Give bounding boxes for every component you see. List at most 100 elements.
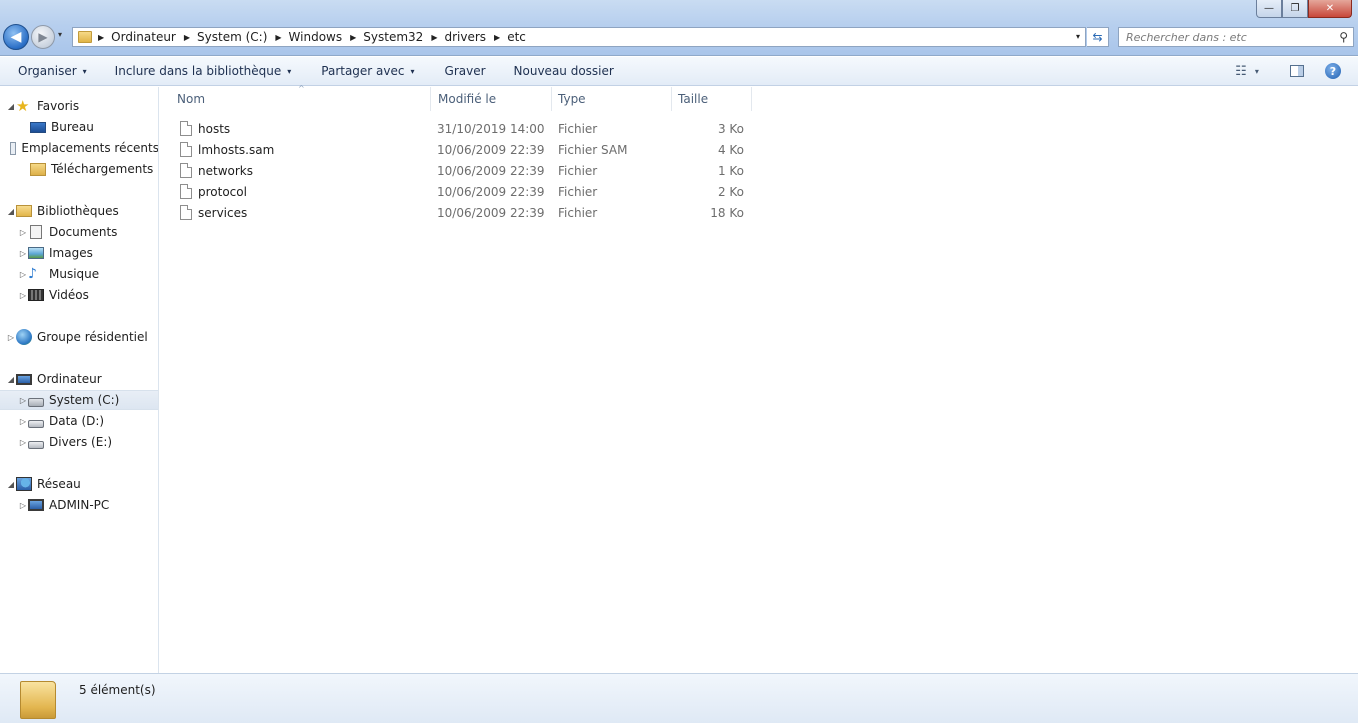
file-name: networks xyxy=(198,163,253,178)
search-box[interactable]: ⚲ xyxy=(1118,27,1354,47)
breadcrumb-separator[interactable]: ▶ xyxy=(275,33,281,42)
file-row[interactable]: lmhosts.sam 10/06/2009 22:39 Fichier SAM… xyxy=(160,139,760,160)
collapsed-icon[interactable]: ▷ xyxy=(18,501,28,510)
file-type: Fichier xyxy=(558,205,598,220)
minimize-button[interactable]: — xyxy=(1256,0,1282,18)
command-bar: Organiser ▾ Inclure dans la bibliothèque ▾… xyxy=(0,57,1358,86)
sidebar-item-computer[interactable]: ◢ Ordinateur xyxy=(0,369,158,389)
music-note-icon: ♪ xyxy=(28,266,37,282)
preview-pane-button[interactable] xyxy=(1282,61,1312,81)
sidebar-item-desktop[interactable]: Bureau xyxy=(0,117,158,137)
maximize-button[interactable]: ❐ xyxy=(1282,0,1308,18)
preview-pane-icon xyxy=(1290,65,1304,77)
file-name: lmhosts.sam xyxy=(198,142,275,157)
network-icon xyxy=(16,477,32,491)
system-drive-icon xyxy=(28,397,44,407)
file-row[interactable]: hosts 31/10/2019 14:00 Fichier 3 Ko xyxy=(160,118,760,139)
search-input[interactable] xyxy=(1126,30,1326,44)
help-button[interactable]: ? xyxy=(1318,61,1348,81)
collapsed-icon[interactable]: ▷ xyxy=(18,249,28,258)
file-modified: 10/06/2009 22:39 xyxy=(437,163,545,178)
sidebar-item-data-d[interactable]: ▷ Data (D:) xyxy=(0,411,158,431)
breadcrumb-item[interactable]: Ordinateur xyxy=(111,30,176,44)
sidebar-item-network[interactable]: ◢ Réseau xyxy=(0,474,158,494)
expanded-icon[interactable]: ◢ xyxy=(6,375,16,384)
breadcrumb-separator[interactable]: ▶ xyxy=(184,33,190,42)
sidebar-item-downloads[interactable]: Téléchargements xyxy=(0,159,158,179)
images-icon xyxy=(28,247,44,259)
column-header-modified[interactable]: Modifié le xyxy=(431,87,552,111)
sidebar-item-images[interactable]: ▷ Images xyxy=(0,243,158,263)
forward-button[interactable]: ▶ xyxy=(31,25,55,49)
sidebar-item-libraries[interactable]: ◢ Bibliothèques xyxy=(0,201,158,221)
sidebar-item-documents[interactable]: ▷ Documents xyxy=(0,222,158,242)
sidebar-item-music[interactable]: ▷ ♪ Musique xyxy=(0,264,158,284)
search-icon[interactable]: ⚲ xyxy=(1339,30,1348,44)
sidebar-item-divers-e[interactable]: ▷ Divers (E:) xyxy=(0,432,158,452)
address-bar[interactable]: ▶ Ordinateur ▶ System (C:) ▶ Windows ▶ Syst… xyxy=(72,27,1086,47)
share-with-button[interactable]: Partager avec ▾ xyxy=(314,57,421,85)
breadcrumb[interactable]: Ordinateur ▶ xyxy=(111,30,197,44)
collapsed-icon[interactable]: ▷ xyxy=(18,396,28,405)
folder-icon xyxy=(20,681,56,719)
file-type: Fichier xyxy=(558,184,598,199)
file-modified: 10/06/2009 22:39 xyxy=(437,142,545,157)
address-dropdown-icon[interactable]: ▾ xyxy=(1076,32,1080,41)
file-row[interactable]: networks 10/06/2009 22:39 Fichier 1 Ko xyxy=(160,160,760,181)
collapsed-icon[interactable]: ▷ xyxy=(18,417,28,426)
file-type: Fichier xyxy=(558,163,598,178)
expanded-icon[interactable]: ◢ xyxy=(6,102,16,111)
sidebar-item-admin-pc[interactable]: ▷ ADMIN-PC xyxy=(0,495,158,515)
file-row[interactable]: protocol 10/06/2009 22:39 Fichier 2 Ko xyxy=(160,181,760,202)
file-type: Fichier xyxy=(558,121,598,136)
burn-button[interactable]: Graver xyxy=(438,57,493,85)
sidebar-item-favorites[interactable]: ◢ ★ Favoris xyxy=(0,96,158,116)
star-icon: ★ xyxy=(16,97,30,115)
details-pane: 5 élément(s) xyxy=(0,673,1358,723)
sidebar-item-system-c[interactable]: ▷ System (C:) xyxy=(0,390,158,410)
view-options-button[interactable]: ☷ ▾ xyxy=(1232,61,1262,81)
file-icon xyxy=(180,142,192,157)
collapsed-icon[interactable]: ▷ xyxy=(18,228,28,237)
documents-icon xyxy=(30,225,42,239)
downloads-folder-icon xyxy=(30,162,46,176)
new-folder-button[interactable]: Nouveau dossier xyxy=(507,57,621,85)
breadcrumb-item[interactable]: etc xyxy=(507,30,526,44)
breadcrumb-separator[interactable]: ▶ xyxy=(494,33,500,42)
include-in-library-button[interactable]: Inclure dans la bibliothèque ▾ xyxy=(108,57,299,85)
file-row[interactable]: services 10/06/2009 22:39 Fichier 18 Ko xyxy=(160,202,760,223)
file-size: 2 Ko xyxy=(717,184,744,199)
breadcrumb-item[interactable]: Windows xyxy=(289,30,343,44)
breadcrumb-separator[interactable]: ▶ xyxy=(431,33,437,42)
sidebar-item-recent-places[interactable]: Emplacements récents xyxy=(0,138,158,158)
breadcrumb-separator[interactable]: ▶ xyxy=(350,33,356,42)
breadcrumb-item[interactable]: drivers xyxy=(444,30,486,44)
file-modified: 10/06/2009 22:39 xyxy=(437,184,545,199)
collapsed-icon[interactable]: ▷ xyxy=(18,270,28,279)
column-header-size[interactable]: Taille xyxy=(672,87,752,111)
file-icon xyxy=(180,121,192,136)
collapsed-icon[interactable]: ▷ xyxy=(18,291,28,300)
sort-ascending-icon: ^ xyxy=(298,84,305,93)
details-view-icon: ☷ xyxy=(1235,63,1247,79)
refresh-button[interactable]: ⇆ xyxy=(1087,27,1109,47)
close-button[interactable]: ✕ xyxy=(1308,0,1352,18)
breadcrumb-item[interactable]: System32 xyxy=(363,30,423,44)
back-button[interactable]: ◀ xyxy=(3,24,29,50)
organize-button[interactable]: Organiser ▾ xyxy=(11,57,94,85)
expanded-icon[interactable]: ◢ xyxy=(6,207,16,216)
file-size: 4 Ko xyxy=(717,142,744,157)
file-list: Nom ^ Modifié le Type Taille hosts 31/10… xyxy=(160,84,1358,673)
column-header-type[interactable]: Type xyxy=(552,87,672,111)
sidebar-item-videos[interactable]: ▷ Vidéos xyxy=(0,285,158,305)
collapsed-icon[interactable]: ▷ xyxy=(18,438,28,447)
breadcrumb-item[interactable]: System (C:) xyxy=(197,30,267,44)
column-header-name[interactable]: Nom ^ xyxy=(160,84,431,111)
chevron-down-icon: ▾ xyxy=(410,66,415,76)
collapsed-icon[interactable]: ▷ xyxy=(6,333,16,342)
network-computer-icon xyxy=(28,499,44,511)
sidebar-item-homegroup[interactable]: ▷ Groupe résidentiel xyxy=(0,327,158,347)
expanded-icon[interactable]: ◢ xyxy=(6,480,16,489)
breadcrumb-separator[interactable]: ▶ xyxy=(98,33,111,42)
recent-pages-dropdown[interactable]: ▾ xyxy=(58,30,62,39)
